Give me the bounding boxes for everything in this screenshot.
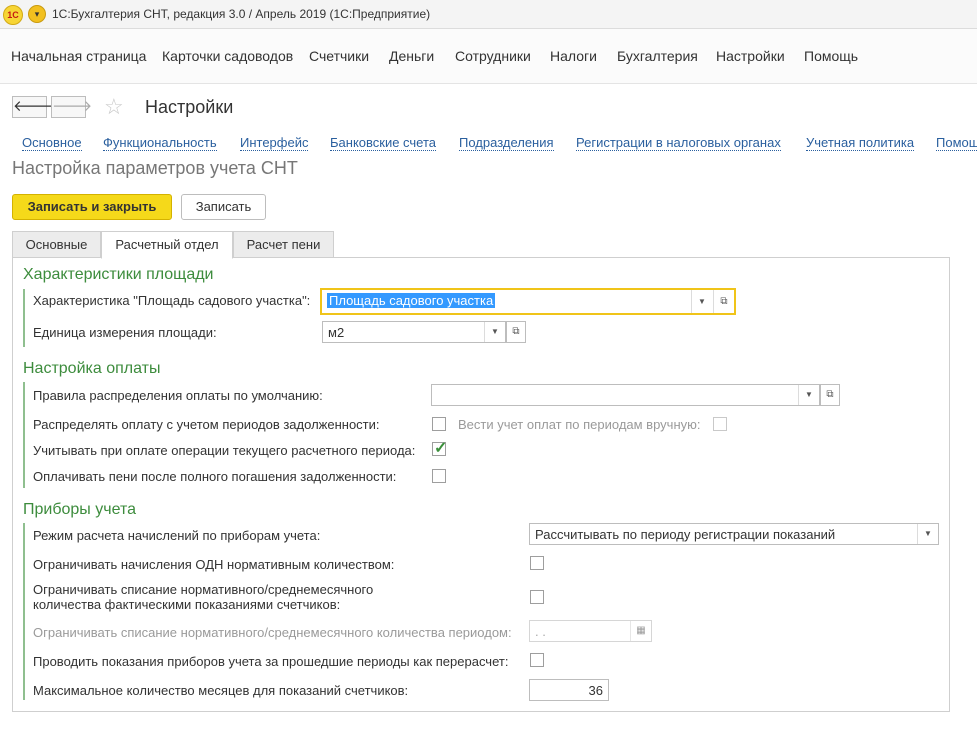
favorite-star-icon[interactable]: ☆ [104,94,124,120]
meters-mode-value: Рассчитывать по периоду регистрации пока… [535,527,836,542]
calendar-icon[interactable]: ▦ [630,621,651,641]
meters-recalc-checkbox[interactable] [530,653,544,667]
menu-money[interactable]: Деньги [389,48,434,64]
menu-gardener-cards[interactable]: Карточки садоводов [162,48,293,64]
meters-writeoff-label-1: Ограничивать списание нормативного/средн… [33,582,374,597]
area-char-field[interactable]: Площадь садового участка ▼ ⧉ [320,288,736,315]
link-tax-registrations[interactable]: Регистрации в налоговых органах [576,135,781,151]
menu-accounting[interactable]: Бухгалтерия [617,48,698,64]
form-subtitle: Настройка параметров учета СНТ [12,158,298,178]
area-char-value: Площадь садового участка [327,293,496,308]
section-meters-bar [23,523,25,700]
area-unit-value: м2 [328,325,345,340]
payment-rules-field[interactable]: ▼ [431,384,820,406]
payment-penalty-checkbox[interactable] [432,469,446,483]
form-title: Настройки [145,97,234,117]
tab-penalty[interactable]: Расчет пени [233,231,334,258]
chevron-down-icon[interactable]: ▼ [917,524,938,544]
meters-months-field[interactable]: 36 [529,679,609,701]
checkmark-icon: ✓ [434,440,448,457]
section-payment-bar [23,382,25,488]
meters-period-value: . . [535,624,546,639]
section-area-header: Характеристики площади [23,266,214,283]
link-bank-accounts[interactable]: Банковские счета [330,135,437,151]
section-meters-header: Приборы учета [23,501,136,518]
back-arrow-icon[interactable]: 🡐 [12,96,53,118]
tab-main[interactable]: Основные [12,231,101,258]
section-payment-header: Настройка оплаты [23,360,161,377]
payment-periods-label: Распределять оплату с учетом периодов за… [33,417,380,432]
meters-mode-label: Режим расчета начислений по приборам уче… [33,528,321,543]
menu-home[interactable]: Начальная страница [11,48,146,64]
payment-manual-checkbox[interactable] [713,417,727,431]
link-main[interactable]: Основное [22,135,82,151]
main-menu-icon[interactable]: ▾ [28,5,46,23]
open-icon[interactable]: ⧉ [713,290,734,313]
menu-meters[interactable]: Счетчики [309,48,369,64]
link-functionality[interactable]: Функциональность [103,135,217,151]
menu-settings[interactable]: Настройки [716,48,785,64]
open-icon[interactable]: ⧉ [820,384,840,406]
tab-settlement[interactable]: Расчетный отдел [101,231,233,259]
meters-period-field[interactable]: . . ▦ [529,620,652,642]
1c-logo-icon[interactable]: 1С [3,5,23,25]
save-button[interactable]: Записать [181,194,266,220]
link-accounting-policy[interactable]: Учетная политика [806,135,915,151]
chevron-down-icon[interactable]: ▼ [691,290,712,313]
link-help[interactable]: Помощ [936,135,977,151]
meters-odn-checkbox[interactable] [530,556,544,570]
chevron-down-icon[interactable]: ▼ [484,322,505,342]
chevron-down-icon[interactable]: ▼ [798,385,819,405]
payment-current-checkbox[interactable]: ✓ [432,440,447,457]
meters-writeoff-label-2: количества фактическими показаниями счет… [33,597,341,612]
menu-taxes[interactable]: Налоги [550,48,597,64]
payment-periods-checkbox[interactable] [432,417,446,431]
menu-help[interactable]: Помощь [804,48,858,64]
payment-manual-label: Вести учет оплат по периодам вручную: [458,417,701,432]
window-title: 1С:Бухгалтерия СНТ, редакция 3.0 / Апрел… [52,7,431,21]
area-char-label: Характеристика "Площадь садового участка… [33,293,311,308]
meters-odn-label: Ограничивать начисления ОДН нормативным … [33,557,395,572]
open-icon[interactable]: ⧉ [506,321,526,343]
area-unit-field[interactable]: м2 ▼ [322,321,506,343]
meters-months-value: 36 [588,683,603,698]
menu-employees[interactable]: Сотрудники [455,48,531,64]
payment-penalty-label: Оплачивать пени после полного погашения … [33,469,397,484]
link-interface[interactable]: Интерфейс [240,135,309,151]
area-unit-label: Единица измерения площади: [33,325,217,340]
forward-arrow-icon[interactable]: 🡒 [51,96,92,118]
meters-writeoff-checkbox[interactable] [530,590,544,604]
save-and-close-button[interactable]: Записать и закрыть [12,194,172,220]
meters-period-label: Ограничивать списание нормативного/средн… [33,625,512,640]
meters-mode-field[interactable]: Рассчитывать по периоду регистрации пока… [529,523,939,545]
meters-months-label: Максимальное количество месяцев для пока… [33,683,409,698]
link-departments[interactable]: Подразделения [459,135,554,151]
payment-current-label: Учитывать при оплате операции текущего р… [33,443,416,458]
payment-rules-label: Правила распределения оплаты по умолчани… [33,388,323,403]
section-area-bar [23,289,25,347]
meters-recalc-label: Проводить показания приборов учета за пр… [33,654,509,669]
main-menu-bar: Начальная страница Карточки садоводов Сч… [0,29,977,84]
